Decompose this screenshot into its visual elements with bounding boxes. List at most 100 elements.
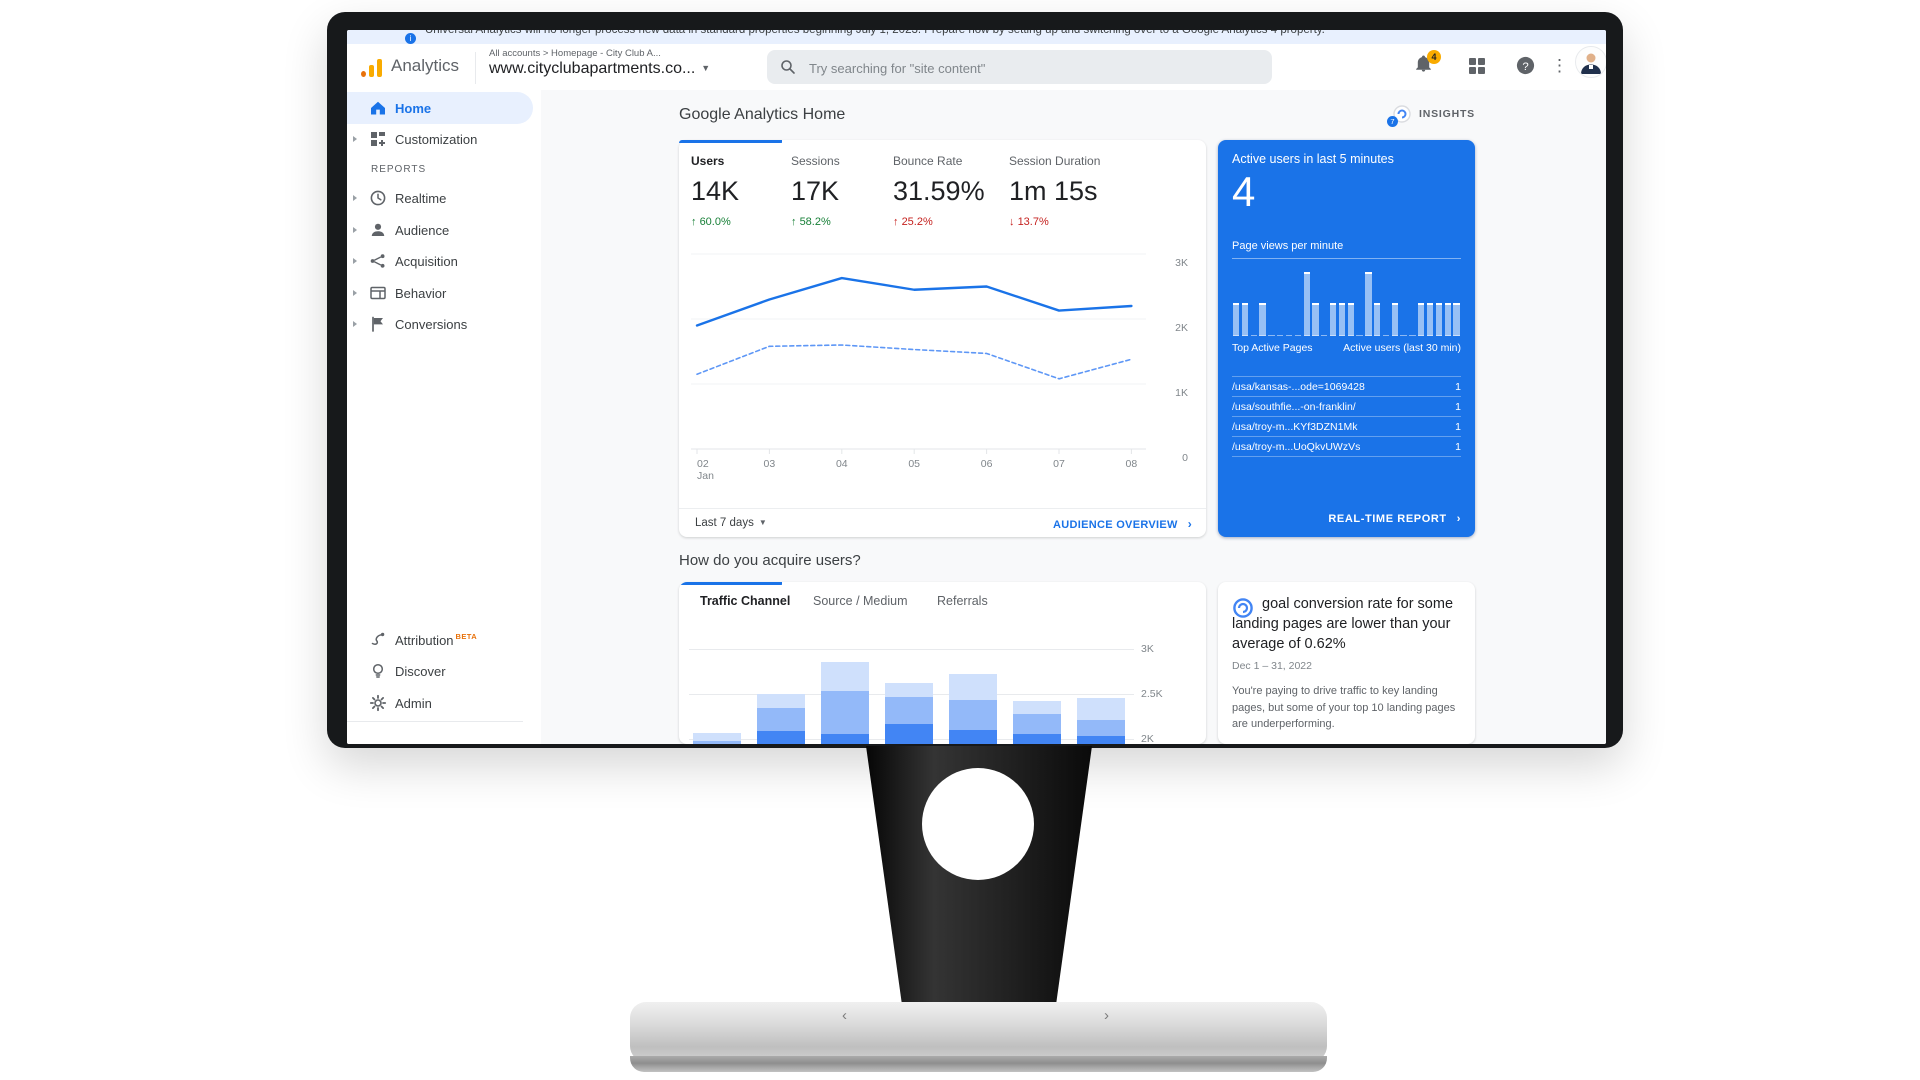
svg-text:08: 08 [1126,458,1138,470]
screen: i Universal Analytics will no longer pro… [347,30,1606,744]
expand-caret-icon[interactable] [353,195,357,201]
monitor-stand-base-edge [630,1056,1327,1072]
minute-bar [1373,264,1382,336]
table-row[interactable]: /usa/kansas-...ode=10694281 [1232,376,1461,396]
card-footer: Last 7 days▼ AUDIENCE OVERVIEW› [679,508,1206,537]
insight-date: Dec 1 – 31, 2022 [1232,660,1463,672]
breadcrumb[interactable]: All accounts > Homepage - City Club A... [489,48,661,59]
table-row[interactable]: /usa/troy-m...UoQkvUWzVs1 [1232,436,1461,457]
metric-sessions[interactable]: Sessions 17K ↑ 58.2% [791,154,891,228]
notifications-bell-icon[interactable]: 4 [1411,54,1435,78]
minute-bar [1444,264,1453,336]
stacked-bar [885,683,933,744]
minute-bar [1382,264,1391,336]
expand-caret-icon[interactable] [353,321,357,327]
insight-card[interactable]: goal conversion rate for some landing pa… [1218,582,1475,744]
monitor-stand-cable-hole [922,768,1034,880]
sidebar-item-label: Customization [395,132,477,147]
traffic-channel-bar-chart: 3K2.5K2K [679,582,1206,744]
chevron-right-icon: › [1188,517,1192,531]
banner-text: Universal Analytics will no longer proce… [425,30,1325,36]
stacked-bar [757,694,805,744]
lightbulb-icon [369,662,387,680]
sidebar-item-label: Discover [395,664,446,679]
svg-text:04: 04 [836,458,848,470]
sidebar-item-behavior[interactable]: Behavior [347,277,533,309]
metric-session-duration[interactable]: Session Duration 1m 15s ↓ 13.7% [1009,154,1129,228]
divider [1232,258,1461,259]
chevron-down-icon: ▼ [759,518,767,527]
table-row[interactable]: /usa/southfie...-on-franklin/1 [1232,396,1461,416]
notification-badge: 4 [1427,50,1441,64]
minute-bar [1435,264,1444,336]
table-row[interactable]: /usa/troy-m...KYf3DZN1Mk1 [1232,416,1461,436]
insights-icon: 7 [1392,104,1412,124]
sidebar-item-acquisition[interactable]: Acquisition [347,245,533,277]
property-selector[interactable]: www.cityclubapartments.co...▼ [489,60,710,78]
minute-bar [1426,264,1435,336]
minute-bar [1452,264,1461,336]
sidebar: Home Customization REPORTS Realtime Audi… [347,90,542,744]
person-icon [369,221,387,239]
active-metric-indicator [679,140,782,143]
sidebar-item-label: Home [395,101,431,116]
expand-caret-icon[interactable] [353,290,357,296]
search-bar[interactable] [767,50,1272,84]
stand-chevron-left-icon: ‹ [842,1008,847,1023]
sidebar-item-customization[interactable]: Customization [347,123,533,155]
minute-bar [1355,264,1364,336]
more-options-icon[interactable]: ⋮ [1551,55,1565,79]
app-bar: Analytics All accounts > Homepage - City… [347,44,1606,91]
users-line-chart: 01K2K3K02Jan030405060708 [691,242,1194,486]
search-input[interactable] [807,50,1261,86]
svg-text:?: ? [1522,61,1528,73]
svg-text:2K: 2K [1175,322,1188,334]
sidebar-item-attribution[interactable]: AttributionBETA [347,623,533,655]
beta-badge: BETA [456,632,477,641]
gear-icon [369,694,387,712]
page: ‹ › i Universal Analytics will no longer… [0,0,1920,1080]
minute-bar [1303,264,1312,336]
divider [347,721,523,722]
metric-bounce-rate[interactable]: Bounce Rate 31.59% ↑ 25.2% [893,154,1003,228]
acquisition-card: Traffic Channel Source / Medium Referral… [679,582,1206,744]
stacked-bar [693,733,741,744]
insights-button[interactable]: 7 INSIGHTS [1392,104,1475,124]
reports-heading: REPORTS [371,164,426,175]
apps-grid-icon[interactable] [1465,56,1489,80]
minute-bar [1311,264,1320,336]
stacked-bar [821,662,869,744]
sidebar-item-label: Behavior [395,286,446,301]
sidebar-item-label: AttributionBETA [395,632,477,648]
minute-bar [1347,264,1356,336]
behavior-icon [369,284,387,302]
svg-text:03: 03 [764,458,776,470]
main-content: Google Analytics Home 7 INSIGHTS Users 1… [541,90,1606,744]
expand-caret-icon[interactable] [353,258,357,264]
sidebar-item-discover[interactable]: Discover [347,655,533,687]
avatar[interactable] [1575,46,1606,78]
realtime-report-link[interactable]: REAL-TIME REPORT› [1328,513,1461,525]
info-icon: i [405,33,416,44]
sidebar-item-conversions[interactable]: Conversions [347,308,533,340]
sidebar-item-audience[interactable]: Audience [347,214,533,246]
sidebar-item-admin[interactable]: Admin [347,687,533,719]
date-range-selector[interactable]: Last 7 days▼ [695,517,767,529]
page-title: Google Analytics Home [679,106,845,124]
audience-overview-link[interactable]: AUDIENCE OVERVIEW› [1053,517,1192,531]
sidebar-item-label: Conversions [395,317,467,332]
expand-caret-icon[interactable] [353,136,357,142]
pageviews-per-minute-chart [1232,264,1461,336]
flag-icon [369,315,387,333]
minute-bar [1267,264,1276,336]
metric-users[interactable]: Users 14K ↑ 60.0% [691,154,791,228]
sidebar-item-home[interactable]: Home [347,92,533,124]
expand-caret-icon[interactable] [353,227,357,233]
y-axis-label: 2K [1141,733,1183,744]
svg-text:1K: 1K [1175,387,1188,399]
svg-text:07: 07 [1053,458,1065,470]
attribution-icon [369,630,387,648]
delta-arrow-icon: ↓ [1009,216,1015,228]
help-icon[interactable]: ? [1513,55,1537,79]
sidebar-item-realtime[interactable]: Realtime [347,182,533,214]
